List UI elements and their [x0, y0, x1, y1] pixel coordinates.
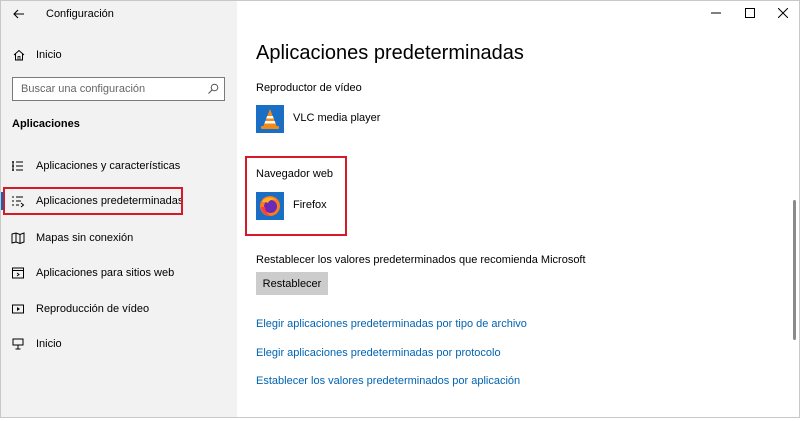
back-button[interactable] — [8, 4, 30, 24]
maximize-button[interactable] — [733, 2, 767, 24]
sidebar-section-title: Aplicaciones — [12, 118, 80, 130]
video-icon — [12, 304, 24, 314]
reset-button[interactable]: Restablecer — [256, 272, 328, 295]
sidebar-item-web-apps[interactable]: Aplicaciones para sitios web — [0, 259, 237, 287]
search-input[interactable] — [13, 78, 203, 100]
sidebar-item-apps-features[interactable]: Aplicaciones y características — [0, 152, 237, 180]
page-title: Aplicaciones predeterminadas — [256, 42, 524, 64]
video-player-app-name: VLC media player — [293, 112, 381, 124]
settings-window: Configuración Inicio Aplicaciones Aplica… — [0, 0, 800, 421]
startup-icon — [12, 338, 24, 350]
web-browser-label: Navegador web — [256, 168, 334, 180]
sidebar-item-video-playback[interactable]: Reproducción de vídeo — [0, 295, 237, 323]
search-box[interactable] — [12, 77, 225, 101]
sidebar-item-offline-maps[interactable]: Mapas sin conexión — [0, 224, 237, 252]
link-by-protocol[interactable]: Elegir aplicaciones predeterminadas por … — [256, 347, 501, 359]
close-icon — [778, 8, 788, 18]
scrollbar[interactable] — [793, 200, 796, 340]
sidebar: Configuración Inicio Aplicaciones Aplica… — [0, 0, 237, 417]
maximize-icon — [745, 8, 755, 18]
home-icon — [13, 49, 25, 61]
sidebar-item-label: Mapas sin conexión — [36, 232, 134, 244]
link-by-file-type[interactable]: Elegir aplicaciones predeterminadas por … — [256, 318, 527, 330]
sidebar-item-label: Reproducción de vídeo — [36, 303, 150, 315]
sidebar-home[interactable]: Inicio — [0, 42, 237, 68]
minimize-icon — [711, 12, 721, 14]
sidebar-item-label: Aplicaciones para sitios web — [36, 267, 175, 279]
sidebar-item-label: Aplicaciones y características — [36, 160, 181, 172]
app-title: Configuración — [46, 8, 114, 20]
link-by-app[interactable]: Establecer los valores predeterminados p… — [256, 375, 520, 387]
firefox-icon — [256, 192, 284, 220]
sidebar-home-label: Inicio — [36, 49, 62, 61]
back-arrow-icon — [13, 9, 24, 19]
web-browser-app-name: Firefox — [293, 199, 327, 211]
video-player-label: Reproductor de vídeo — [256, 82, 362, 94]
list-icon — [12, 161, 23, 171]
reset-description: Restablecer los valores predeterminados … — [256, 254, 586, 266]
close-button[interactable] — [766, 2, 800, 24]
vlc-icon — [256, 105, 284, 133]
titlebar — [237, 0, 800, 28]
titlebar-left: Configuración — [0, 0, 237, 28]
minimize-button[interactable] — [699, 2, 733, 24]
sidebar-item-startup[interactable]: Inicio — [0, 330, 237, 358]
annotation-highlight-box — [3, 187, 183, 215]
web-app-icon — [12, 267, 24, 279]
sidebar-item-label: Inicio — [36, 338, 62, 350]
map-icon — [11, 232, 25, 245]
search-icon[interactable] — [206, 82, 220, 96]
